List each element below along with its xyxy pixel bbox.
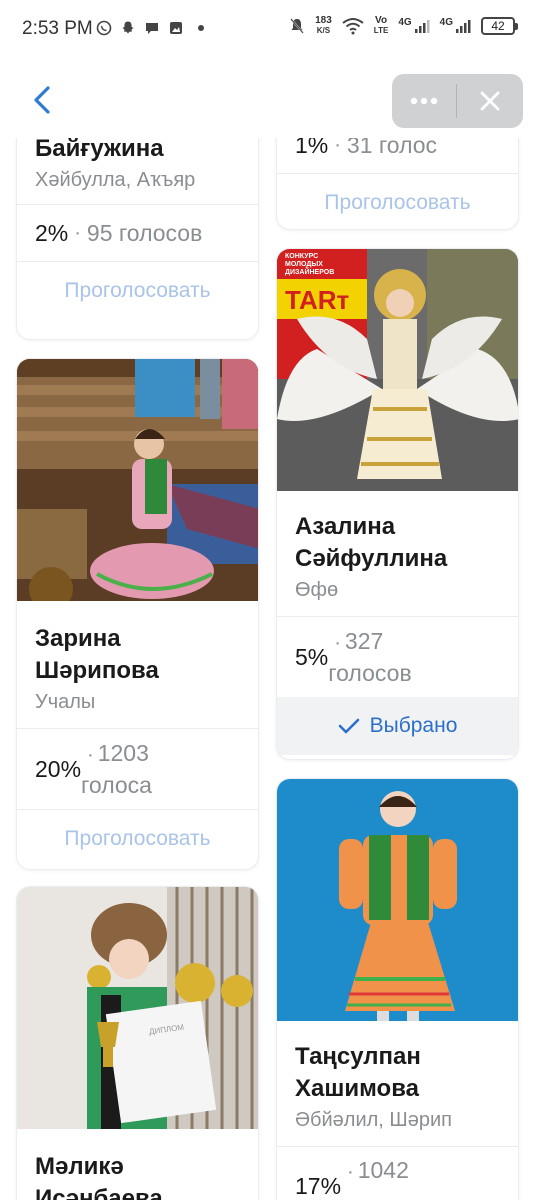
- contestant-card: ДИПЛОМ Мәликә Исәнбаева: [16, 886, 259, 1200]
- vote-stats: 5% · 327 голосов: [277, 617, 518, 697]
- contestant-feed[interactable]: Байғужина Хәйбулла, Аҡъяр 2% · 95 голосо…: [0, 138, 535, 1200]
- contestant-city: Хәйбулла, Аҡъяр: [35, 169, 196, 191]
- checkmark-icon: [338, 718, 359, 734]
- chosen-label: Выбрано: [369, 714, 458, 737]
- contestant-card: Байғужина Хәйбулла, Аҡъяр 2% · 95 голосо…: [16, 138, 259, 340]
- contestant-city: Әбйәлил, Шәрип: [295, 1109, 453, 1131]
- status-time: 2:53 PM: [22, 18, 93, 39]
- signal-1: 4G: [398, 18, 430, 34]
- vote-percent: 1%: [295, 138, 329, 158]
- contestant-name: Байғужина: [35, 138, 164, 162]
- vote-count: 95 голосов: [86, 219, 203, 246]
- contestant-card: Таңсулпан Хашимова Әбйәлил, Шәрип 17% · 1…: [276, 778, 519, 1200]
- separator-dot: ·: [334, 138, 341, 156]
- banner-logo: TARт: [285, 285, 350, 315]
- photo-illustration: [17, 887, 258, 1129]
- banner-text: КОНКУРС МОЛОДЫХ ДИЗАЙНЕРОВ: [285, 253, 335, 276]
- vote-percent: 17%: [295, 1173, 342, 1199]
- system-icons: 183 K/S Vo LTE 4G 4G 42: [289, 15, 518, 36]
- contestant-city: Учалы: [35, 691, 96, 713]
- contestant-name: Мәликә Исәнбаева: [35, 1153, 163, 1200]
- chat-bubble-icon: [146, 23, 158, 34]
- more-button[interactable]: [392, 74, 456, 128]
- status-bar: 2:53 PM 183 K/S Vo LTE 4G 4G 42: [0, 0, 535, 60]
- contestant-card: 1% · 31 голос Проголосовать: [276, 138, 519, 230]
- snapchat-icon: [122, 21, 134, 34]
- vote-button[interactable]: Проголосовать: [17, 262, 258, 320]
- contestant-card: КОНКУРС МОЛОДЫХ ДИЗАЙНЕРОВ TARт Азалина …: [276, 248, 519, 760]
- contestant-photo[interactable]: КОНКУРС МОЛОДЫХ ДИЗАЙНЕРОВ TARт: [277, 249, 518, 491]
- back-button[interactable]: [26, 82, 62, 118]
- vote-count: · 327 голосов: [328, 628, 412, 686]
- more-dots-icon: [410, 97, 438, 105]
- notification-icons: [96, 20, 204, 36]
- wifi-icon: [342, 18, 364, 35]
- vote-button[interactable]: Проголосовать: [277, 174, 518, 229]
- contestant-name: Зарина Шәрипова: [35, 625, 159, 684]
- signal-2: 4G: [440, 18, 471, 34]
- vote-stats: 17% · 1042: [277, 1147, 518, 1200]
- mute-bell-icon: [290, 18, 304, 34]
- net-speed: 183 K/S: [315, 15, 332, 36]
- vote-percent: 20%: [35, 755, 82, 782]
- volte-indicator: Vo LTE: [373, 15, 389, 36]
- vote-count: · 1042: [347, 1157, 409, 1183]
- contestant-city: Өфө: [295, 579, 339, 601]
- battery-icon: 42: [481, 17, 518, 35]
- whatsapp-icon: [96, 20, 112, 36]
- contestant-photo[interactable]: [17, 359, 258, 601]
- vote-percent: 2%: [35, 219, 69, 246]
- chevron-left-icon: [34, 86, 50, 114]
- vote-stats: 1% · 31 голос: [277, 138, 518, 173]
- signal-bars-icon: [456, 20, 471, 33]
- vote-count: · 1203 голоса: [81, 740, 152, 798]
- gallery-icon: [170, 22, 182, 34]
- contestant-photo[interactable]: ДИПЛОМ: [17, 887, 258, 1129]
- close-button[interactable]: [457, 74, 523, 128]
- miniapp-capsule: [392, 74, 523, 128]
- vote-count: 31 голос: [346, 138, 438, 158]
- close-icon: [480, 91, 500, 111]
- vote-stats: 2% · 95 голосов: [17, 205, 258, 261]
- vote-button[interactable]: Проголосовать: [17, 810, 258, 868]
- signal-bars-icon: [414, 20, 430, 33]
- vote-percent: 5%: [295, 643, 329, 670]
- photo-illustration: [277, 779, 518, 1021]
- more-notifications-dot: [198, 25, 204, 31]
- separator-dot: ·: [74, 221, 81, 244]
- photo-illustration: [17, 359, 258, 601]
- chosen-button[interactable]: Выбрано: [277, 697, 518, 755]
- contestant-name: Азалина Сәйфуллина: [295, 513, 448, 572]
- contestant-name: Таңсулпан Хашимова: [295, 1043, 421, 1102]
- vote-stats: 20% · 1203 голоса: [17, 729, 258, 809]
- contestant-card: Зарина Шәрипова Учалы 20% · 1203 голоса П…: [16, 358, 259, 870]
- contestant-photo[interactable]: [277, 779, 518, 1021]
